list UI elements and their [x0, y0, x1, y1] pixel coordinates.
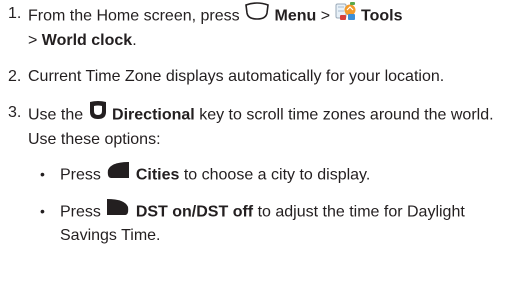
tools-label: Tools [361, 7, 403, 25]
press-text: Press [60, 166, 101, 184]
step-text: From the Home screen, press Menu > Tools… [28, 1, 509, 52]
step-number: 2. [8, 68, 22, 85]
step-1: 1. From the Home screen, press Menu > To… [8, 1, 509, 52]
separator: > [28, 32, 38, 49]
step-number: 3. [8, 104, 22, 121]
period: . [132, 32, 137, 49]
step-prefix: Use the [28, 106, 84, 124]
option-cities: • Press Cities to choose a city to displ… [28, 161, 509, 188]
directional-label: Directional [112, 106, 195, 124]
world-clock-label: World clock [41, 32, 133, 49]
directional-key-icon [88, 100, 108, 127]
step-3: 3. Use the Directional key to scroll tim… [8, 100, 509, 259]
right-softkey-icon [105, 198, 131, 223]
step-prefix: From the Home screen, press [28, 7, 240, 25]
option-dst: • Press DST on/DST off to adjust the tim… [28, 198, 509, 247]
left-softkey-icon [105, 161, 131, 186]
instructions-page: 1. From the Home screen, press Menu > To… [0, 0, 517, 287]
option-text: Press Cities to choose a city to display… [60, 161, 509, 188]
step-text: Current Time Zone displays automatically… [28, 68, 445, 85]
option-rest: to choose a city to display. [183, 166, 371, 184]
dst-label: DST on/DST off [135, 203, 254, 221]
separator: > [320, 7, 331, 25]
step-number: 1. [8, 5, 22, 22]
option-text: Press DST on/DST off to adjust the time … [60, 198, 509, 247]
menu-label: Menu [274, 7, 317, 25]
options-list: • Press Cities to choose a city to displ… [28, 161, 509, 247]
bullet-marker: • [40, 203, 45, 219]
tools-app-icon [335, 1, 357, 28]
menu-key-icon [244, 2, 270, 27]
step-text: Use the Directional key to scroll time z… [28, 100, 509, 259]
press-text: Press [60, 203, 101, 221]
step-2: 2. Current Time Zone displays automatica… [8, 66, 509, 88]
bullet-marker: • [40, 166, 45, 182]
cities-label: Cities [135, 166, 180, 184]
